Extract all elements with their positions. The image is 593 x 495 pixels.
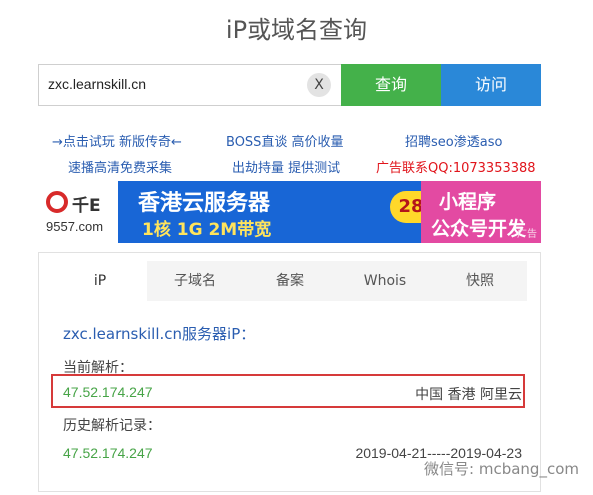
ad-hosting: 香港云服务器 1核 1G 2M带宽 28元 起 <box>118 181 472 243</box>
logo-ring-icon <box>46 191 68 213</box>
logo-text: 千E <box>72 196 101 216</box>
ad-spec: 1核 1G 2M带宽 <box>142 220 272 240</box>
tab-ip[interactable]: iP <box>53 261 147 301</box>
tab-icp[interactable]: 备案 <box>243 261 337 301</box>
history-ip[interactable]: 47.52.174.247 <box>63 445 153 461</box>
ad-miniprogram: 小程序 公众号开发 广告 <box>421 181 541 243</box>
promo-link-game[interactable]: →点击试玩 新版传奇← <box>52 131 182 150</box>
ad-tag: 广告 <box>517 229 537 240</box>
tab-whois[interactable]: Whois <box>337 261 433 301</box>
search-input[interactable]: zxc.learnskill.cn X <box>38 64 342 106</box>
ad-headline: 香港云服务器 <box>138 191 271 216</box>
tab-subdomain[interactable]: 子域名 <box>147 261 243 301</box>
promo-link-seo[interactable]: 招聘seo渗透aso <box>405 131 502 150</box>
ad-banner[interactable]: 千E 9557.com 香港云服务器 1核 1G 2M带宽 28元 起 小程序 … <box>38 181 541 243</box>
ad-promo-line1: 小程序 <box>439 191 497 213</box>
result-panel: iP 子域名 备案 Whois 快照 zxc.learnskill.cn服务器i… <box>38 252 541 492</box>
promo-link-traffic[interactable]: 出劫持量 提供测试 <box>232 157 340 176</box>
current-ip[interactable]: 47.52.174.247 <box>63 384 153 400</box>
wechat-watermark: 微信号: mcbang_com <box>424 460 579 478</box>
tab-snapshot[interactable]: 快照 <box>433 261 527 301</box>
search-bar: zxc.learnskill.cn X 查询 访问 <box>38 64 541 106</box>
clear-button[interactable]: X <box>307 73 331 97</box>
promo-link-video[interactable]: 速播高清免费采集 <box>68 157 172 176</box>
current-location: 中国 香港 阿里云 <box>415 387 522 403</box>
result-tabs: iP 子域名 备案 Whois 快照 <box>53 261 527 301</box>
brand-logo: 千E 9557.com <box>38 181 118 243</box>
ad-promo-line2: 公众号开发 <box>431 218 527 240</box>
history-label: 历史解析记录： <box>63 418 161 434</box>
search-input-value: zxc.learnskill.cn <box>48 76 147 92</box>
logo-site: 9557.com <box>46 219 104 234</box>
promo-link-contact[interactable]: 广告联系QQ:1073353388 <box>376 157 536 176</box>
promo-link-boss[interactable]: BOSS直谈 高价收量 <box>226 131 344 150</box>
visit-button[interactable]: 访问 <box>441 64 541 106</box>
query-button[interactable]: 查询 <box>341 64 441 106</box>
page-title: iP或域名查询 <box>225 16 368 44</box>
server-ip-heading: zxc.learnskill.cn服务器iP： <box>63 325 256 343</box>
